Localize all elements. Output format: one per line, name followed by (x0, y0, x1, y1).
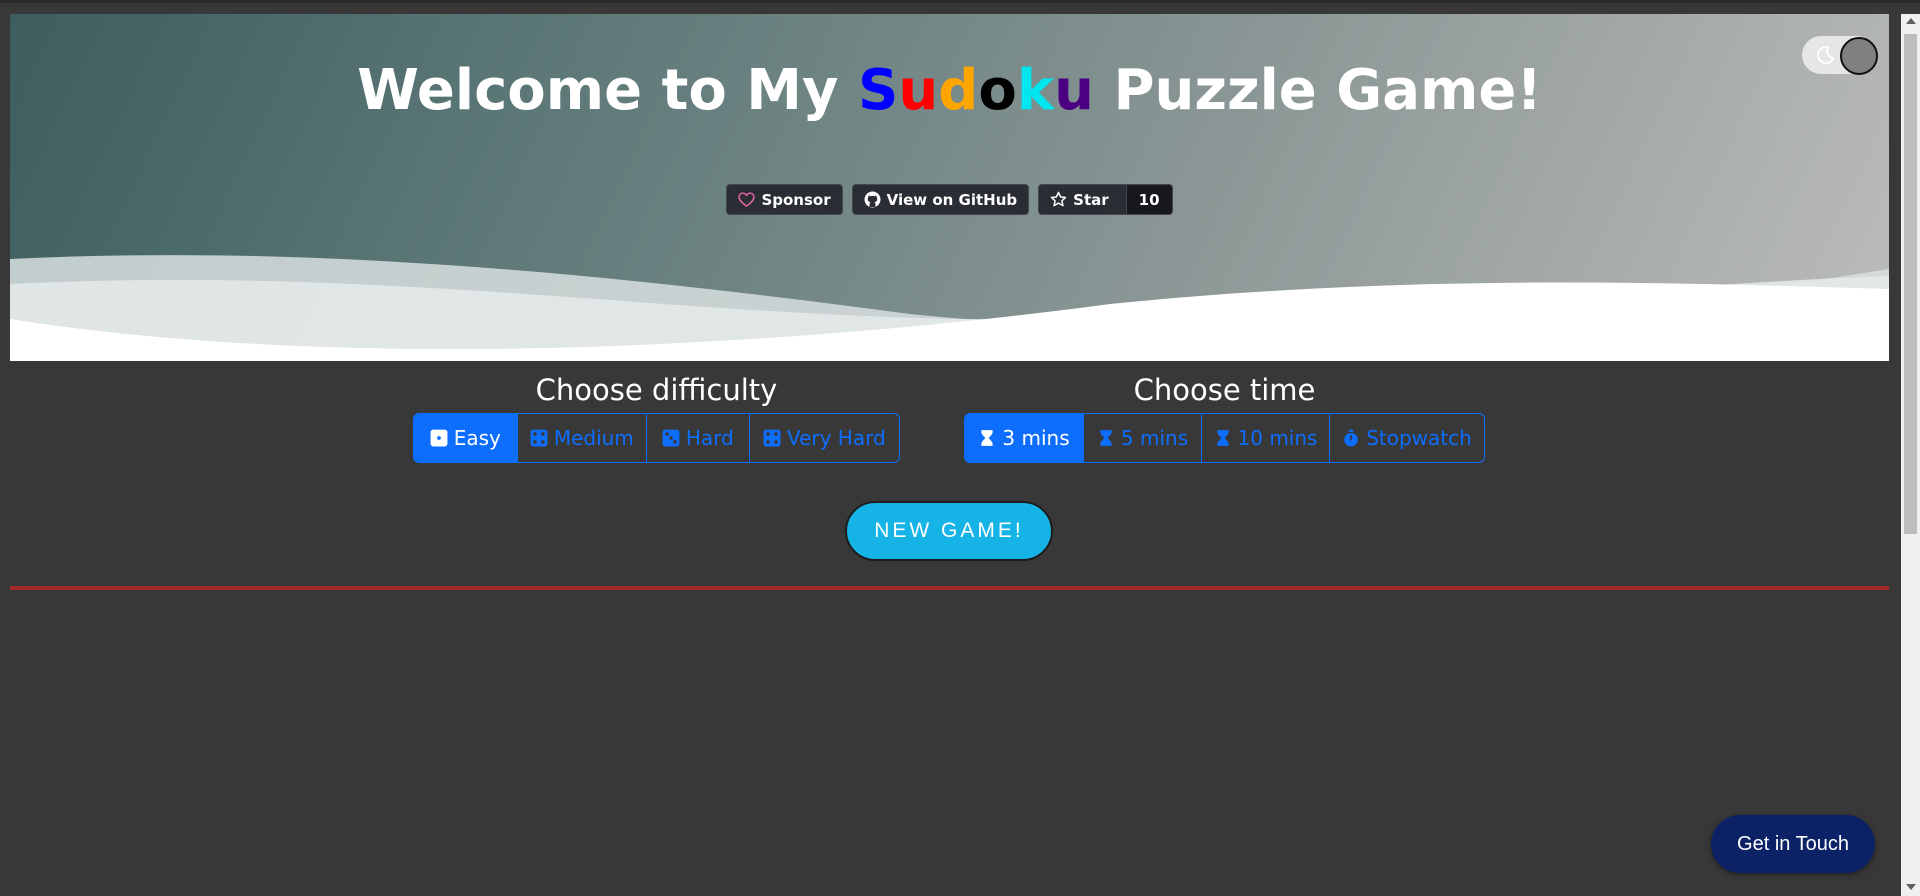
dice-3-icon (662, 429, 680, 447)
sponsor-label: Sponsor (761, 190, 831, 209)
time-3-mins-button[interactable]: 3 mins (965, 414, 1083, 462)
star-label: Star (1073, 190, 1109, 209)
title-letter-u: u (898, 58, 939, 123)
time-10-mins-label: 10 mins (1237, 426, 1318, 450)
scroll-up-arrow-icon[interactable] (1906, 18, 1916, 24)
section-divider (10, 586, 1889, 590)
view-on-github-label: View on GitHub (886, 190, 1018, 209)
scrollbar[interactable] (1901, 14, 1920, 896)
title-letter-d: d (938, 58, 979, 123)
page-title: Welcome to My Sudoku Puzzle Game! (10, 58, 1889, 123)
browser-top-edge (0, 0, 1920, 3)
title-letter-o: o (978, 58, 1017, 123)
toggle-knob[interactable] (1840, 37, 1878, 75)
difficulty-section: Choose difficulty Easy Medium Hard Very … (413, 370, 900, 463)
difficulty-heading: Choose difficulty (535, 373, 778, 407)
dice-2-icon (530, 429, 548, 447)
hero-header: Welcome to My Sudoku Puzzle Game! Sponso… (10, 14, 1889, 361)
difficulty-medium-label: Medium (553, 426, 634, 450)
time-10-mins-button[interactable]: 10 mins (1201, 414, 1329, 462)
hourglass-icon (1216, 430, 1229, 446)
scroll-down-arrow-icon[interactable] (1906, 884, 1916, 890)
moon-icon (1817, 46, 1835, 65)
star-part[interactable]: Star (1039, 185, 1119, 214)
github-buttons: Sponsor View on GitHub Star 10 (10, 184, 1889, 215)
difficulty-very-hard-button[interactable]: Very Hard (748, 414, 899, 462)
difficulty-easy-button[interactable]: Easy (414, 414, 517, 462)
hourglass-icon (981, 430, 994, 446)
heart-icon (738, 192, 756, 208)
new-game-button[interactable]: NEW GAME! (845, 501, 1053, 561)
difficulty-very-hard-label: Very Hard (786, 426, 886, 450)
sponsor-button[interactable]: Sponsor (726, 184, 843, 215)
star-button[interactable]: Star 10 (1038, 184, 1173, 215)
star-count[interactable]: 10 (1125, 185, 1172, 214)
title-letter-s: S (858, 58, 899, 123)
difficulty-options: Easy Medium Hard Very Hard (413, 413, 900, 463)
github-icon (864, 191, 881, 208)
title-letter-k: k (1016, 58, 1055, 123)
title-letter-u2: u (1054, 58, 1094, 123)
time-5-mins-label: 5 mins (1120, 426, 1189, 450)
difficulty-hard-label: Hard (685, 426, 734, 450)
title-suffix: Puzzle Game! (1093, 58, 1542, 123)
dice-1-icon (430, 429, 448, 447)
get-in-touch-button[interactable]: Get in Touch (1711, 815, 1875, 873)
time-stopwatch-label: Stopwatch (1366, 426, 1472, 450)
scrollbar-thumb[interactable] (1904, 34, 1917, 534)
difficulty-medium-button[interactable]: Medium (516, 414, 646, 462)
stopwatch-icon (1344, 429, 1358, 447)
dice-4-icon (763, 429, 781, 447)
time-stopwatch-button[interactable]: Stopwatch (1329, 414, 1484, 462)
time-heading: Choose time (1133, 373, 1316, 407)
time-options: 3 mins 5 mins 10 mins Stopwatch (964, 413, 1485, 463)
title-prefix: Welcome to My (357, 58, 859, 123)
hourglass-icon (1100, 430, 1112, 446)
time-3-mins-label: 3 mins (1002, 426, 1070, 450)
difficulty-hard-button[interactable]: Hard (646, 414, 749, 462)
view-on-github-button[interactable]: View on GitHub (851, 184, 1030, 215)
time-5-mins-button[interactable]: 5 mins (1083, 414, 1201, 462)
theme-toggle[interactable] (1802, 36, 1878, 75)
difficulty-easy-label: Easy (453, 426, 501, 450)
time-section: Choose time 3 mins 5 mins 10 mins Stopwa… (964, 370, 1485, 463)
star-icon (1050, 191, 1067, 207)
